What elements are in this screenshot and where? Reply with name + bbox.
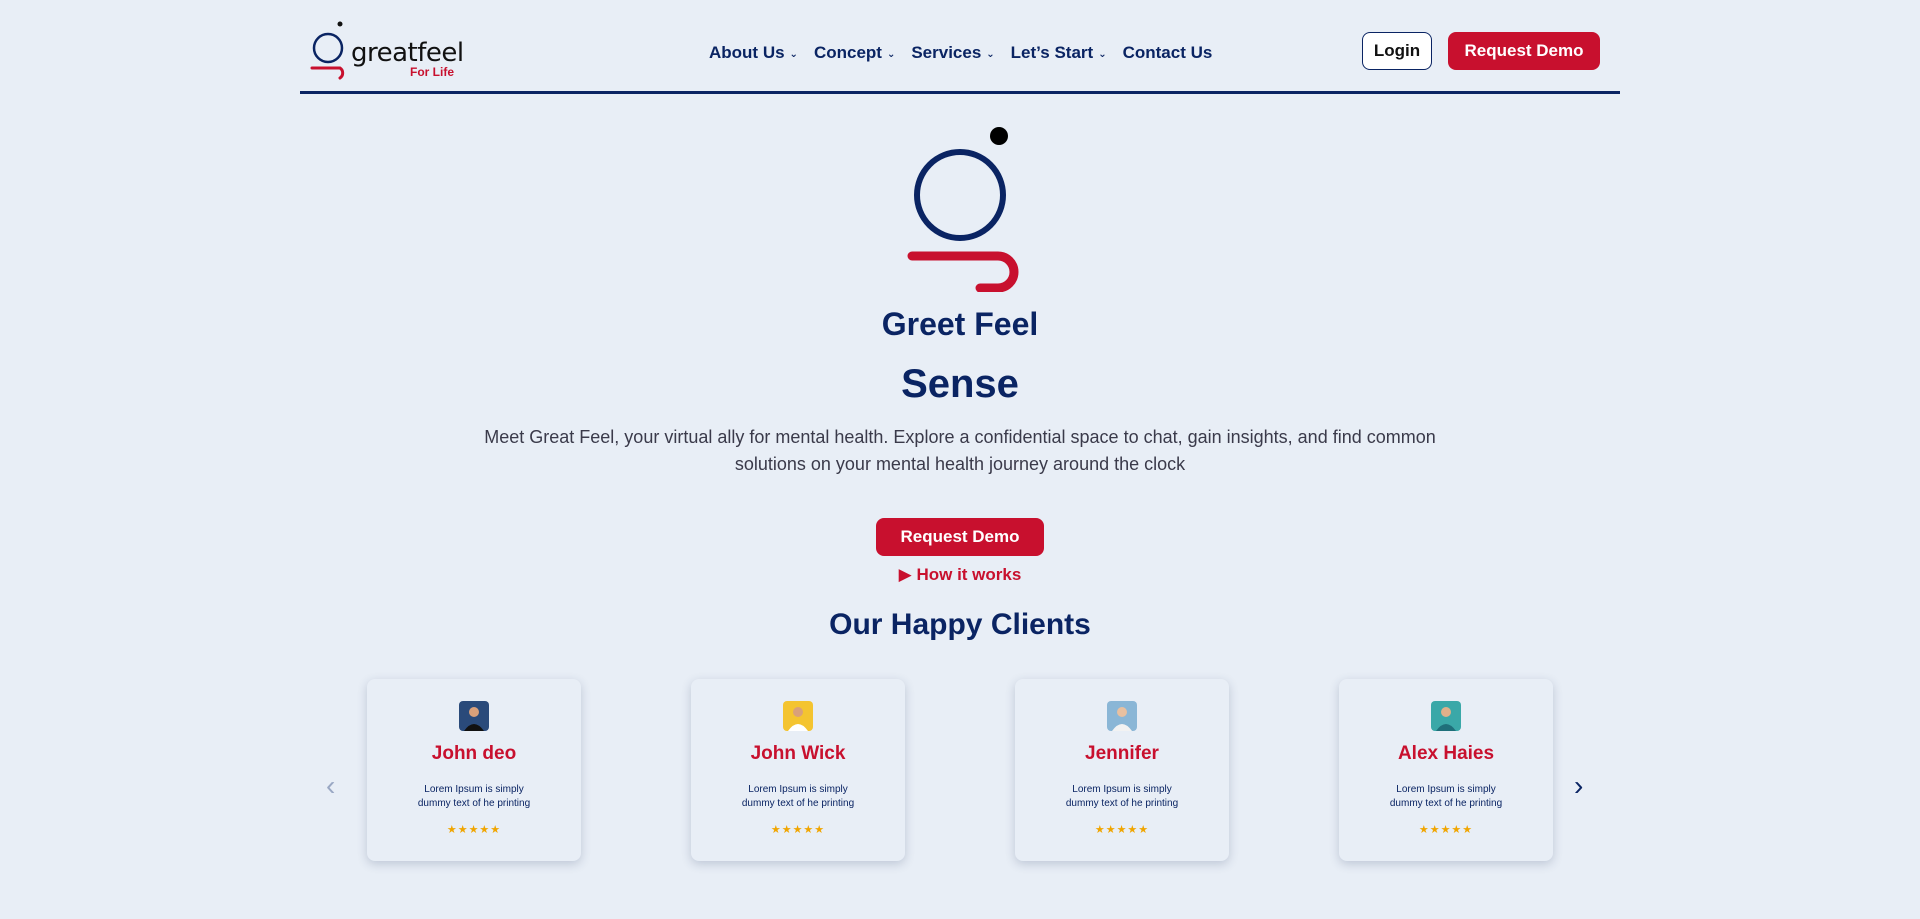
client-name: Alex Haies	[1397, 743, 1495, 764]
star-rating-icon: ★★★★★	[770, 824, 826, 836]
hero-request-demo-button[interactable]: Request Demo	[876, 518, 1044, 556]
client-card: John Wick Lorem Ipsum is simply dummy te…	[691, 679, 905, 861]
brand-name: Greet Feel	[881, 306, 1039, 342]
nav-label: Services	[911, 43, 982, 62]
client-card: John deo Lorem Ipsum is simply dummy tex…	[367, 679, 581, 861]
avatar	[1107, 701, 1137, 731]
how-it-works-link[interactable]: ▶ How it works	[0, 565, 1920, 585]
nav-about-us[interactable]: About Us ⌄	[709, 43, 798, 63]
brand-logo[interactable]: greatfeel For Life	[310, 20, 464, 80]
request-demo-button[interactable]: Request Demo	[1448, 32, 1600, 70]
chevron-down-icon: ⌄	[789, 48, 798, 60]
client-review: Lorem Ipsum is simply dummy text of he p…	[1065, 784, 1179, 809]
star-rating-icon: ★★★★★	[1418, 824, 1474, 836]
main-nav: About Us ⌄ Concept ⌄ Services ⌄ Let’s St…	[709, 43, 1228, 63]
nav-label: About Us	[709, 43, 785, 62]
client-card: Alex Haies Lorem Ipsum is simply dummy t…	[1339, 679, 1553, 861]
nav-contact-us[interactable]: Contact Us	[1123, 43, 1213, 63]
avatar	[1431, 701, 1461, 731]
nav-lets-start[interactable]: Let’s Start ⌄	[1011, 43, 1107, 63]
chevron-right-icon[interactable]: ›	[1574, 770, 1583, 802]
client-review: Lorem Ipsum is simply dummy text of he p…	[741, 784, 855, 809]
star-rating-icon: ★★★★★	[1094, 824, 1150, 836]
client-name: John Wick	[750, 743, 846, 764]
star-rating-icon: ★★★★★	[446, 824, 502, 836]
client-review: Lorem Ipsum is simply dummy text of he p…	[417, 784, 531, 809]
hero-description: Meet Great Feel, your virtual ally for m…	[484, 427, 1436, 474]
site-header: greatfeel For Life About Us ⌄ Concept ⌄ …	[300, 0, 1620, 94]
logo-mark-icon	[310, 21, 345, 80]
client-name: Jennifer	[1085, 743, 1159, 764]
login-button[interactable]: Login	[1362, 32, 1432, 70]
client-name: John deo	[431, 743, 517, 764]
nav-label: Concept	[813, 43, 882, 62]
client-review: Lorem Ipsum is simply dummy text of he p…	[1389, 784, 1503, 809]
client-card: Jennifer Lorem Ipsum is simply dummy tex…	[1015, 679, 1229, 861]
nav-services[interactable]: Services ⌄	[911, 43, 994, 63]
chevron-down-icon: ⌄	[1098, 48, 1107, 60]
chevron-down-icon: ⌄	[886, 48, 896, 60]
logo-tagline: For Life	[410, 65, 454, 79]
nav-label: Contact Us	[1122, 43, 1213, 62]
avatar	[459, 701, 489, 731]
avatar	[783, 701, 813, 731]
nav-label: Let’s Start	[1010, 43, 1094, 62]
chevron-left-icon[interactable]: ‹	[326, 770, 335, 802]
clients-heading: Our Happy Clients	[829, 608, 1091, 641]
hero-logo-icon	[907, 127, 1019, 292]
nav-concept[interactable]: Concept ⌄	[814, 43, 895, 63]
chevron-down-icon: ⌄	[986, 48, 995, 60]
brand-subtitle: Sense	[901, 362, 1019, 406]
logo-wordmark: greatfeel	[351, 38, 464, 68]
